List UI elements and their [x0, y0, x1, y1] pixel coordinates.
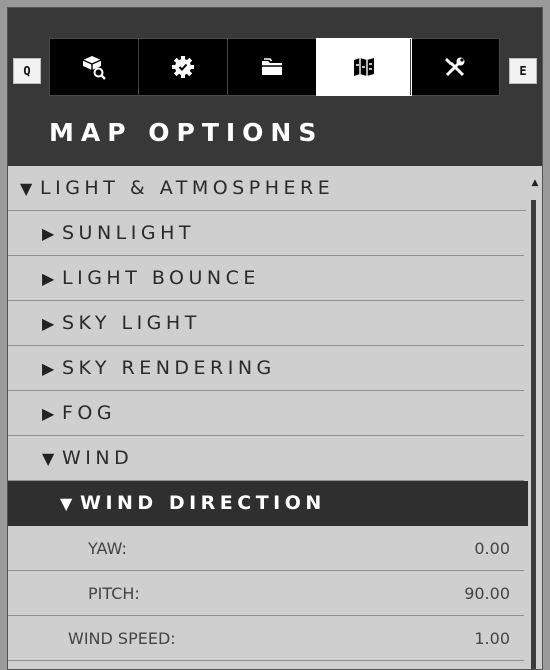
property-label: YAW: [88, 538, 127, 558]
section-sky-rendering[interactable]: ▶ SKY RENDERING [8, 346, 524, 391]
gear-icon [172, 56, 194, 78]
cube-search-icon [82, 56, 106, 80]
section-light-bounce[interactable]: ▶ LIGHT BOUNCE [8, 256, 524, 301]
chevron-down-icon: ▼ [20, 178, 33, 198]
scrollbar[interactable]: ▲ [528, 166, 542, 669]
options-list: ▼ LIGHT & ATMOSPHERE ▶ SUNLIGHT ▶ LIGHT … [8, 166, 542, 669]
property-label: WIND SPEED: [68, 628, 176, 648]
tab-asset-browser[interactable] [50, 39, 139, 95]
property-value[interactable]: 1.00 [474, 629, 510, 648]
chevron-down-icon: ▼ [60, 493, 73, 513]
prev-tab-key-hint[interactable]: Q [13, 58, 41, 84]
chevron-right-icon: ▶ [42, 268, 55, 288]
chevron-right-icon: ▶ [42, 313, 55, 333]
tab-bar [49, 38, 500, 96]
section-light-atmosphere[interactable]: ▼ LIGHT & ATMOSPHERE [8, 166, 526, 211]
section-label: WIND [62, 447, 134, 469]
section-label: LIGHT BOUNCE [62, 267, 260, 289]
section-label: SUNLIGHT [62, 222, 195, 244]
property-value[interactable]: 90.00 [464, 584, 510, 603]
section-label: LIGHT & ATMOSPHERE [40, 177, 335, 199]
section-label: WIND DIRECTION [80, 492, 326, 514]
property-row-yaw[interactable]: YAW: 0.00 [8, 526, 524, 571]
chevron-right-icon: ▶ [42, 223, 55, 243]
property-row-wind-speed[interactable]: WIND SPEED: 1.00 [8, 616, 524, 661]
property-row-pitch[interactable]: PITCH: 90.00 [8, 571, 524, 616]
map-icon [353, 58, 374, 76]
scrollbar-thumb[interactable] [531, 200, 536, 669]
section-sunlight[interactable]: ▶ SUNLIGHT [8, 211, 524, 256]
property-label: PITCH: [88, 583, 140, 603]
tab-settings[interactable] [139, 39, 228, 95]
section-label: FOG [62, 402, 117, 424]
section-wind-direction[interactable]: ▼ WIND DIRECTION [8, 481, 542, 526]
chevron-down-icon: ▼ [42, 448, 55, 468]
section-sky-light[interactable]: ▶ SKY LIGHT [8, 301, 524, 346]
page-title: MAP OPTIONS [49, 118, 324, 147]
section-label: SKY LIGHT [62, 312, 201, 334]
next-tab-key-hint[interactable]: E [509, 58, 537, 84]
section-wind[interactable]: ▼ WIND [8, 436, 524, 481]
map-options-panel: Q E MAP OPTIONS ▼ LIGHT & ATMOSPHERE ▶ S… [7, 7, 543, 670]
tab-map-options[interactable] [316, 38, 412, 96]
tab-tools[interactable] [411, 39, 499, 95]
property-value[interactable]: 0.00 [474, 539, 510, 558]
tools-icon [445, 57, 465, 77]
header-bar: Q E MAP OPTIONS [8, 8, 542, 166]
scroll-up-icon[interactable]: ▲ [530, 178, 540, 188]
chevron-right-icon: ▶ [42, 403, 55, 423]
chevron-right-icon: ▶ [42, 358, 55, 378]
folder-icon [262, 58, 282, 75]
section-fog[interactable]: ▶ FOG [8, 391, 524, 436]
section-label: SKY RENDERING [62, 357, 276, 379]
tab-files[interactable] [228, 39, 317, 95]
